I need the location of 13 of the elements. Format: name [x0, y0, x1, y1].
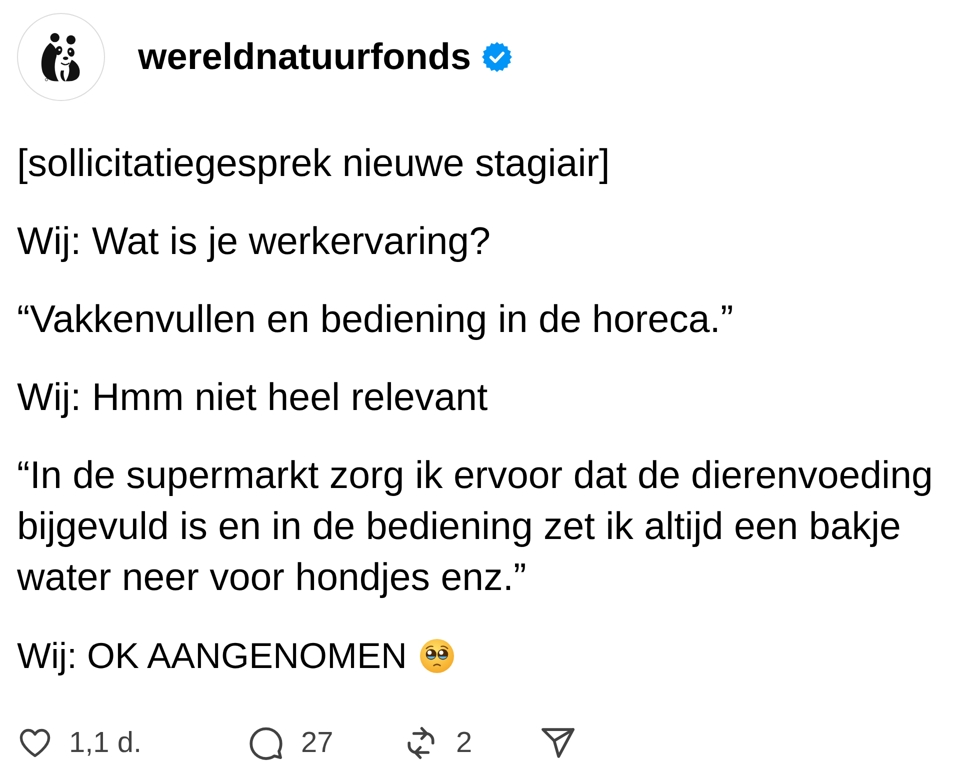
action-count: 2 — [456, 726, 472, 760]
post-text: Wij: Hmm niet heel relevant — [17, 375, 489, 421]
post-text: [sollicitatiegesprek nieuwe stagiair] — [17, 141, 611, 187]
comment-button[interactable]: 27 — [247, 721, 402, 765]
post-text: “In de supermarkt zorg ik ervoor dat de dierenvoeding bijgevuld is en in de bediening zet ik altijd een bakje water neer voor hondjes enz.” — [17, 453, 934, 601]
action-count: 27 — [301, 726, 334, 760]
like-button[interactable]: 1,1 d. — [17, 721, 247, 765]
username[interactable]: wereldnatuurfonds — [138, 35, 472, 79]
repost-button[interactable]: 2 — [402, 721, 539, 765]
post-text: “Vakkenvullen en bediening in de horeca.” — [17, 297, 734, 343]
post-text: Wij: Wat is je werkervaring? — [17, 219, 492, 265]
action-count: 1,1 d. — [69, 726, 142, 760]
post-text: Wij: OK AANGENOMEN — [17, 634, 408, 678]
